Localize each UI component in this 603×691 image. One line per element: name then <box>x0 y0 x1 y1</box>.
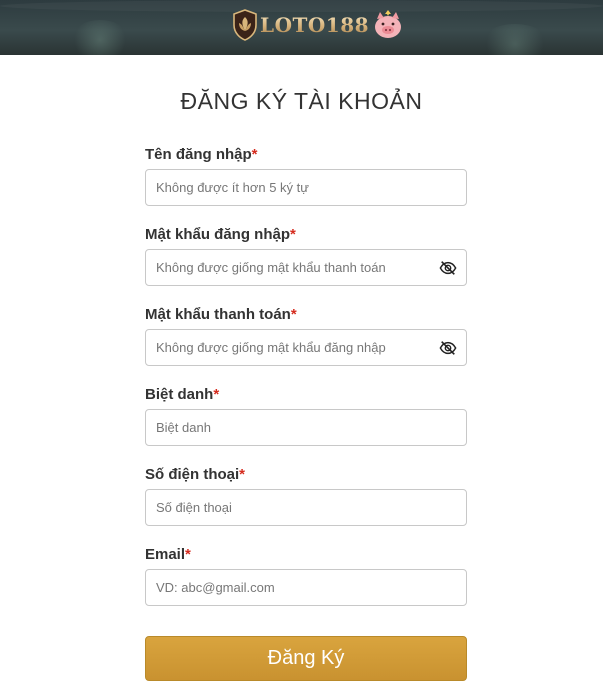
nickname-field-group: Biệt danh* <box>145 385 467 446</box>
username-input-box[interactable] <box>145 169 467 206</box>
eye-hidden-icon[interactable] <box>439 339 457 357</box>
payment-password-input-box[interactable] <box>145 329 467 366</box>
phone-input-box[interactable] <box>145 489 467 526</box>
required-marker: * <box>239 466 246 483</box>
required-marker: * <box>251 146 258 163</box>
header-light-left <box>70 20 130 55</box>
email-input[interactable] <box>146 570 466 605</box>
username-input[interactable] <box>146 170 466 205</box>
email-label: Email* <box>145 546 191 563</box>
payment-password-field-group: Mật khẩu thanh toán* <box>145 305 467 366</box>
required-marker: * <box>185 546 191 563</box>
username-field-group: Tên đăng nhập* <box>145 145 467 206</box>
logo-text: LOTO188 <box>260 13 370 37</box>
payment-password-input[interactable] <box>146 330 466 365</box>
nickname-label: Biệt danh* <box>145 386 220 403</box>
login-password-field-group: Mật khẩu đăng nhập* <box>145 225 467 286</box>
eye-hidden-icon[interactable] <box>439 259 457 277</box>
site-logo[interactable]: LOTO188 <box>232 6 405 44</box>
email-field-group: Email* <box>145 545 467 606</box>
payment-password-label: Mật khẩu thanh toán* <box>145 306 297 323</box>
nickname-input[interactable] <box>146 410 466 445</box>
required-marker: * <box>213 386 220 403</box>
required-marker: * <box>290 226 296 243</box>
phone-field-group: Số điện thoại* <box>145 465 467 526</box>
page-title: ĐĂNG KÝ TÀI KHOẢN <box>180 88 423 114</box>
header-light-right <box>480 24 550 55</box>
phone-label: Số điện thoại* <box>145 466 246 483</box>
phone-input[interactable] <box>146 490 466 525</box>
login-password-input-box[interactable] <box>145 249 467 286</box>
username-label: Tên đăng nhập* <box>145 146 258 163</box>
login-password-label: Mật khẩu đăng nhập* <box>145 226 296 243</box>
shield-emblem-icon <box>233 9 257 41</box>
login-password-input[interactable] <box>146 250 466 285</box>
header-banner: LOTO188 <box>0 0 603 55</box>
required-marker: * <box>290 306 297 323</box>
pig-mascot-icon <box>375 10 402 38</box>
register-button[interactable]: Đăng Ký <box>145 636 467 681</box>
nickname-input-box[interactable] <box>145 409 467 446</box>
email-input-box[interactable] <box>145 569 467 606</box>
